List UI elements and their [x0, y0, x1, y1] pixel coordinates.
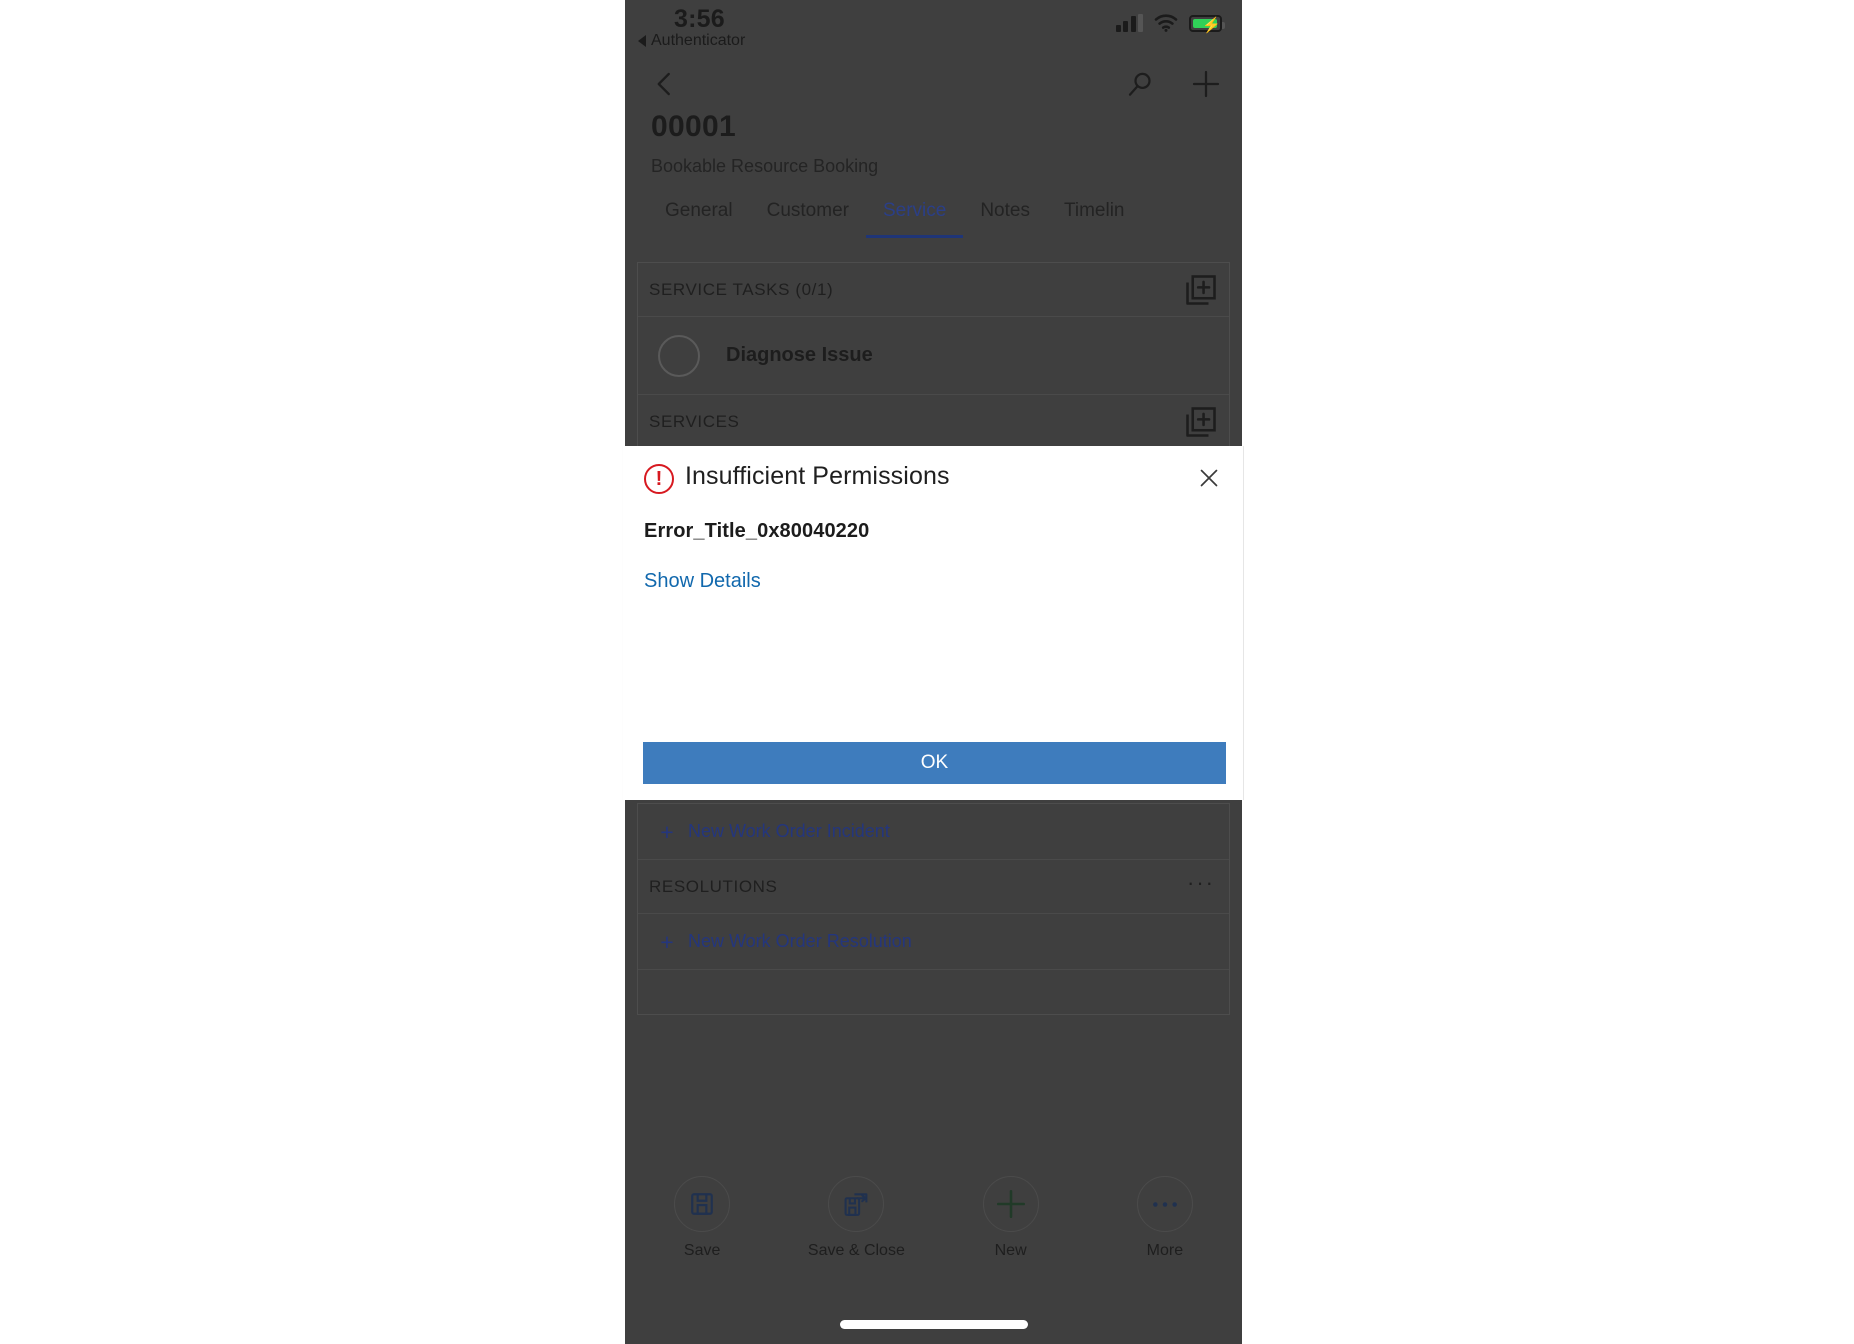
add-service-button[interactable] [1183, 404, 1219, 440]
incidents-resolutions-panel: + New Work Order Incident RESOLUTIONS ··… [637, 803, 1230, 1015]
more-label: More [1146, 1242, 1184, 1259]
home-indicator [839, 1320, 1028, 1329]
service-task-label: Diagnose Issue [726, 344, 873, 366]
new-label: New [994, 1242, 1027, 1259]
close-button[interactable] [1189, 458, 1229, 498]
resolutions-header: RESOLUTIONS ··· [638, 860, 1229, 914]
new-work-order-incident-link[interactable]: New Work Order Incident [688, 821, 890, 842]
resolutions-label: RESOLUTIONS [649, 876, 778, 896]
tab-customer[interactable]: Customer [750, 194, 866, 222]
service-tasks-header: SERVICE TASKS (0/1) [638, 263, 1229, 317]
table-row[interactable]: Diagnose Issue [638, 317, 1229, 395]
save-and-close-button[interactable]: Save & Close [779, 1176, 933, 1260]
back-button[interactable] [645, 64, 685, 104]
more-icon-ring [1136, 1176, 1193, 1232]
partial-row [638, 970, 1229, 1014]
plus-icon [996, 1189, 1025, 1219]
save-and-close-icon-ring [828, 1176, 885, 1232]
record-title: 00001 [651, 110, 736, 143]
status-bar-indicators: ⚡ [1115, 14, 1225, 34]
more-button[interactable]: More [1088, 1176, 1242, 1260]
ellipsis-icon [1152, 1201, 1177, 1207]
tab-general[interactable]: General [648, 194, 750, 222]
record-entity-name: Bookable Resource Booking [651, 156, 879, 176]
dialog-title: Insufficient Permissions [685, 462, 950, 490]
app-nav-bar [625, 58, 1242, 110]
new-icon-ring [982, 1176, 1039, 1232]
plus-icon: + [660, 818, 674, 845]
tab-service[interactable]: Service [865, 194, 964, 238]
save-button[interactable]: Save [625, 1176, 779, 1260]
status-bar-back-to-app[interactable]: Authenticator [638, 32, 745, 50]
cellular-signal-icon [1115, 14, 1143, 32]
add-new-record-icon [1186, 407, 1216, 437]
command-bar: Save Save & Close New More [625, 1162, 1242, 1300]
back-triangle-icon [638, 35, 646, 47]
add-service-task-button[interactable] [1183, 272, 1219, 308]
services-label: SERVICES [649, 412, 740, 431]
status-bar-back-label: Authenticator [651, 32, 746, 49]
screenshot-canvas: 3:56 Authenticator ⚡ 00001 Bookable Reso… [0, 0, 1854, 1344]
save-floppy-icon [691, 1193, 713, 1215]
new-work-order-resolution-row[interactable]: + New Work Order Resolution [638, 914, 1229, 970]
plus-icon [1192, 70, 1220, 98]
status-bar-time: 3:56 [674, 5, 725, 33]
close-icon [1200, 469, 1218, 487]
search-icon [1128, 72, 1151, 96]
add-new-record-icon [1186, 275, 1216, 305]
battery-charging-icon: ⚡ [1189, 15, 1225, 34]
service-tasks-panel: SERVICE TASKS (0/1) Diagnose Issue SERVI… [637, 262, 1230, 450]
tab-timeline[interactable]: Timelin [1047, 194, 1142, 222]
dialog-error-code: Error_Title_0x80040220 [644, 520, 870, 542]
save-label: Save [683, 1242, 721, 1259]
services-header: SERVICES [638, 395, 1229, 449]
status-bar: 3:56 Authenticator ⚡ [625, 0, 1242, 58]
circle-unchecked-icon[interactable] [658, 334, 700, 377]
search-button[interactable] [1118, 62, 1162, 106]
save-and-close-icon [844, 1192, 868, 1216]
chevron-left-icon [657, 72, 670, 96]
new-record-button[interactable] [1184, 62, 1228, 106]
new-work-order-resolution-link[interactable]: New Work Order Resolution [688, 931, 912, 952]
plus-icon: + [660, 928, 674, 955]
tab-strip: General Customer Service Notes Timelin [625, 194, 1242, 246]
insufficient-permissions-dialog: ! Insufficient Permissions Error_Title_0… [622, 446, 1244, 800]
show-details-link[interactable]: Show Details [644, 570, 761, 593]
new-work-order-incident-row[interactable]: + New Work Order Incident [638, 804, 1229, 860]
save-icon-ring [674, 1176, 731, 1232]
ok-button[interactable]: OK [643, 742, 1226, 784]
service-tasks-label: SERVICE TASKS (0/1) [649, 279, 834, 299]
save-and-close-label: Save & Close [807, 1242, 905, 1259]
dialog-header: ! Insufficient Permissions [623, 446, 1243, 524]
ellipsis-icon[interactable]: ··· [1187, 872, 1215, 894]
new-button[interactable]: New [934, 1176, 1088, 1260]
tab-notes[interactable]: Notes [963, 194, 1047, 222]
nav-actions [1118, 62, 1228, 106]
wifi-icon [1154, 14, 1178, 32]
exclamation-circle-icon: ! [644, 464, 674, 494]
